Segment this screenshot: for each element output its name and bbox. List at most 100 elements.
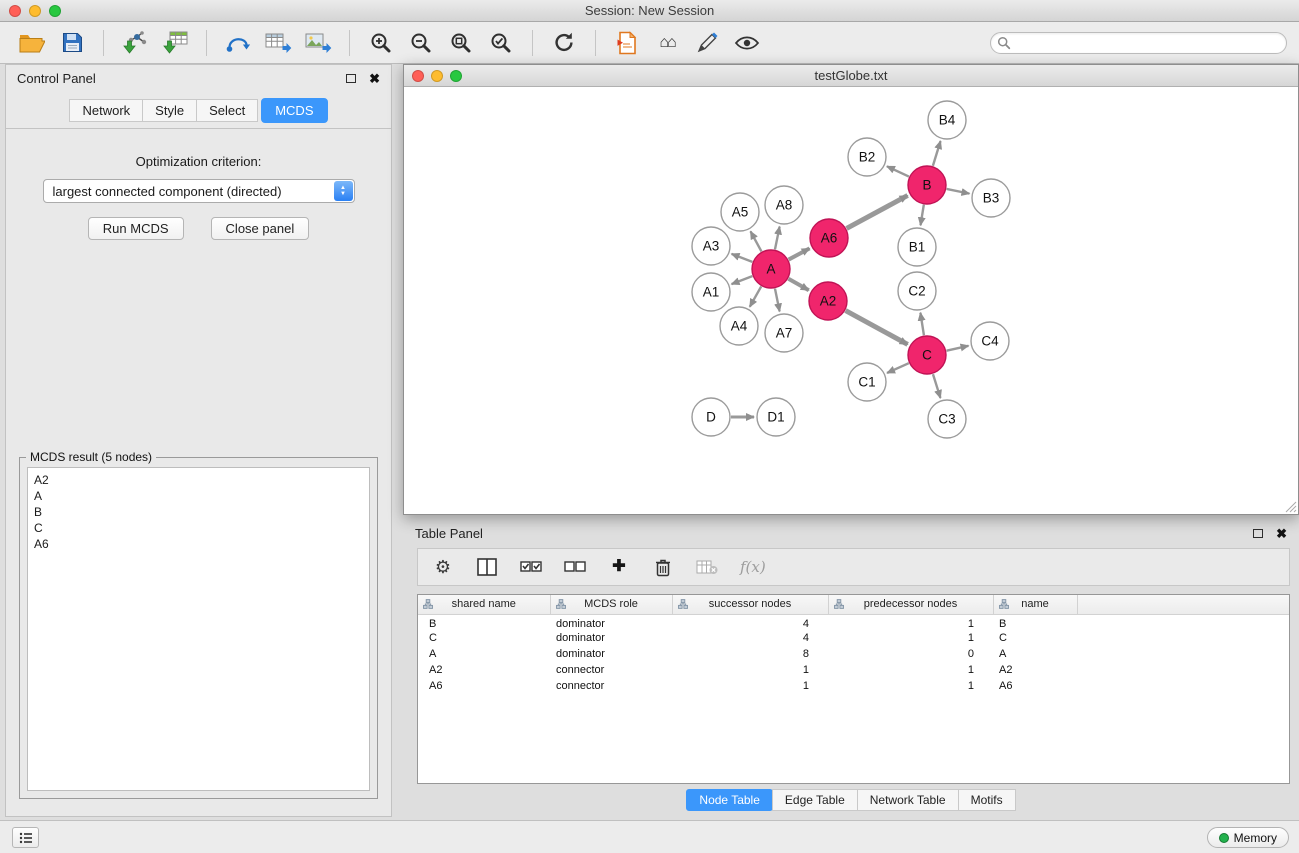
delete-table-button[interactable] (696, 559, 718, 575)
function-builder-button[interactable]: f(x) (740, 558, 766, 576)
graph-edge-B-B4[interactable] (933, 141, 941, 166)
zoom-fit-button[interactable] (443, 26, 479, 60)
zoom-in-button[interactable] (363, 26, 399, 60)
graph-node-A2[interactable]: A2 (809, 282, 847, 320)
graph-node-D1[interactable]: D1 (757, 398, 795, 436)
tab-mcds[interactable]: MCDS (261, 98, 327, 123)
graph-node-B3[interactable]: B3 (972, 179, 1010, 217)
graph-node-C4[interactable]: C4 (971, 322, 1009, 360)
annotation-button[interactable] (609, 26, 645, 60)
mcds-result-item[interactable]: A (34, 488, 363, 504)
table-row[interactable]: A2connector11A2 (418, 662, 1289, 678)
graph-node-A6[interactable]: A6 (810, 219, 848, 257)
graph-node-C1[interactable]: C1 (848, 363, 886, 401)
new-network-button[interactable] (220, 26, 256, 60)
graph-edge-A-A7[interactable] (775, 289, 780, 312)
table-row[interactable]: Bdominator41B (418, 614, 1289, 630)
table-row[interactable]: Adominator80A (418, 646, 1289, 662)
refresh-button[interactable] (546, 26, 582, 60)
search-input[interactable] (990, 32, 1287, 54)
float-panel-icon[interactable] (346, 74, 356, 83)
network-graph[interactable]: B4B2B3A5A8B1A3C2A1A4A7C4C1C3DD1BA6AA2C (404, 87, 1298, 514)
float-table-panel-icon[interactable] (1253, 529, 1263, 538)
graph-node-A[interactable]: A (752, 250, 790, 288)
graph-edge-A-A2[interactable] (788, 279, 808, 290)
graph-node-B1[interactable]: B1 (898, 228, 936, 266)
graph-node-A8[interactable]: A8 (765, 186, 803, 224)
graph-node-C2[interactable]: C2 (898, 272, 936, 310)
graph-edge-A-A5[interactable] (751, 231, 762, 251)
close-panel-button[interactable]: Close panel (211, 217, 310, 240)
deselect-all-button[interactable] (564, 560, 586, 574)
graph-edge-A6-B[interactable] (847, 195, 908, 228)
graph-edge-C-C2[interactable] (920, 313, 924, 336)
mcds-result-item[interactable]: A2 (34, 472, 363, 488)
network-canvas[interactable]: B4B2B3A5A8B1A3C2A1A4A7C4C1C3DD1BA6AA2C (404, 87, 1298, 514)
graph-node-D[interactable]: D (692, 398, 730, 436)
select-all-button[interactable] (520, 560, 542, 574)
graph-node-C3[interactable]: C3 (928, 400, 966, 438)
mcds-result-item[interactable]: B (34, 504, 363, 520)
task-history-button[interactable] (12, 827, 39, 848)
tab-select[interactable]: Select (196, 99, 258, 122)
graph-edge-A-A1[interactable] (732, 276, 753, 284)
graph-node-A5[interactable]: A5 (721, 193, 759, 231)
tab-motifs[interactable]: Motifs (958, 789, 1016, 811)
open-session-button[interactable] (14, 26, 50, 60)
graph-node-B4[interactable]: B4 (928, 101, 966, 139)
close-table-panel-icon[interactable]: ✖ (1276, 527, 1287, 540)
graph-edge-C-C1[interactable] (887, 363, 909, 373)
graph-edge-A2-C[interactable] (846, 311, 908, 345)
network-close-button[interactable] (412, 70, 424, 82)
graph-edge-A-A8[interactable] (775, 227, 780, 250)
table-row[interactable]: A6connector11A6 (418, 678, 1289, 694)
graph-node-C[interactable]: C (908, 336, 946, 374)
column-header-shared-name[interactable]: shared name (418, 595, 550, 614)
import-network-button[interactable] (117, 26, 153, 60)
network-window-titlebar[interactable]: testGlobe.txt (404, 65, 1298, 87)
graph-edge-A-A4[interactable] (750, 286, 761, 306)
zoom-selected-button[interactable] (483, 26, 519, 60)
mcds-result-item[interactable]: A6 (34, 536, 363, 552)
export-image-button[interactable] (300, 26, 336, 60)
network-minimize-button[interactable] (431, 70, 443, 82)
graph-edge-B-B1[interactable] (921, 205, 924, 226)
tab-edge-table[interactable]: Edge Table (772, 789, 858, 811)
graph-edge-A-A6[interactable] (789, 248, 810, 259)
tab-node-table[interactable]: Node Table (686, 789, 773, 811)
delete-column-button[interactable] (652, 558, 674, 577)
column-header-MCDS-role[interactable]: MCDS role (550, 595, 672, 614)
tab-network-table[interactable]: Network Table (857, 789, 959, 811)
mcds-result-item[interactable]: C (34, 520, 363, 536)
close-window-button[interactable] (9, 5, 21, 17)
run-mcds-button[interactable]: Run MCDS (88, 217, 184, 240)
home-view-button[interactable]: ⌂⌂ (649, 26, 685, 60)
close-panel-icon[interactable]: ✖ (369, 72, 380, 85)
zoom-window-button[interactable] (49, 5, 61, 17)
minimize-window-button[interactable] (29, 5, 41, 17)
tab-network[interactable]: Network (69, 99, 143, 122)
memory-button[interactable]: Memory (1207, 827, 1289, 848)
graph-edge-C-C4[interactable] (947, 346, 969, 351)
show-columns-button[interactable] (476, 558, 498, 576)
export-table-button[interactable] (260, 26, 296, 60)
column-header-predecessor-nodes[interactable]: predecessor nodes (828, 595, 993, 614)
graph-edge-C-C3[interactable] (933, 374, 940, 398)
graph-node-A1[interactable]: A1 (692, 273, 730, 311)
show-hide-button[interactable] (729, 26, 765, 60)
table-settings-button[interactable]: ⚙ (432, 558, 454, 576)
graph-node-A4[interactable]: A4 (720, 307, 758, 345)
column-header-successor-nodes[interactable]: successor nodes (672, 595, 828, 614)
graph-node-A7[interactable]: A7 (765, 314, 803, 352)
network-zoom-button[interactable] (450, 70, 462, 82)
optimization-criterion-select[interactable]: largest connected component (directed) ▲… (43, 179, 355, 203)
zoom-out-button[interactable] (403, 26, 439, 60)
add-column-button[interactable]: ✚ (608, 559, 630, 575)
resize-grip-icon[interactable] (1285, 501, 1297, 513)
graph-node-A3[interactable]: A3 (692, 227, 730, 265)
graph-node-B[interactable]: B (908, 166, 946, 204)
graph-edge-B-B2[interactable] (887, 166, 909, 176)
style-editor-button[interactable] (689, 26, 725, 60)
graph-edge-B-B3[interactable] (947, 189, 970, 194)
graph-edge-A-A3[interactable] (732, 254, 753, 262)
